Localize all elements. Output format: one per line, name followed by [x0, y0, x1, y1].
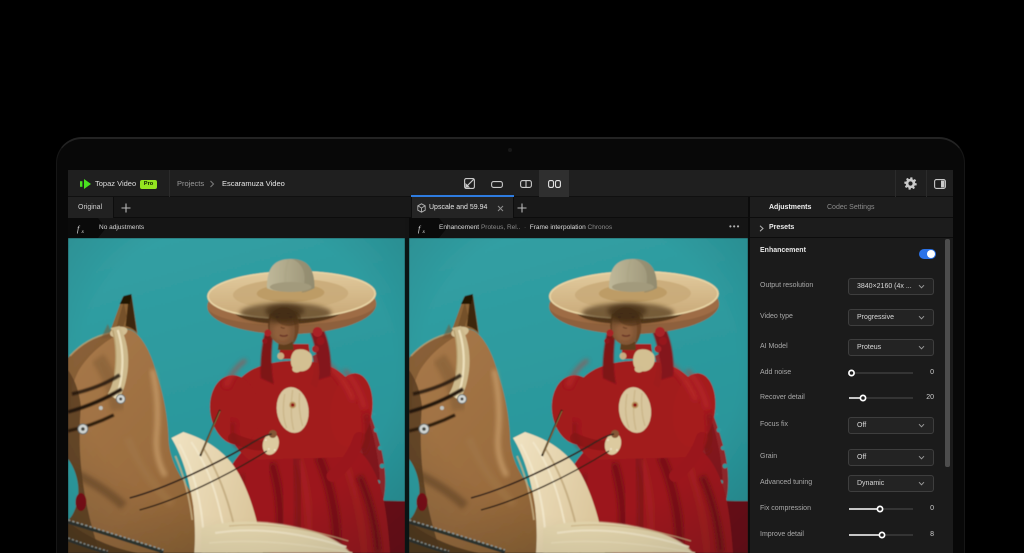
svg-text:x: x — [422, 229, 426, 235]
svg-text:x: x — [81, 229, 85, 235]
